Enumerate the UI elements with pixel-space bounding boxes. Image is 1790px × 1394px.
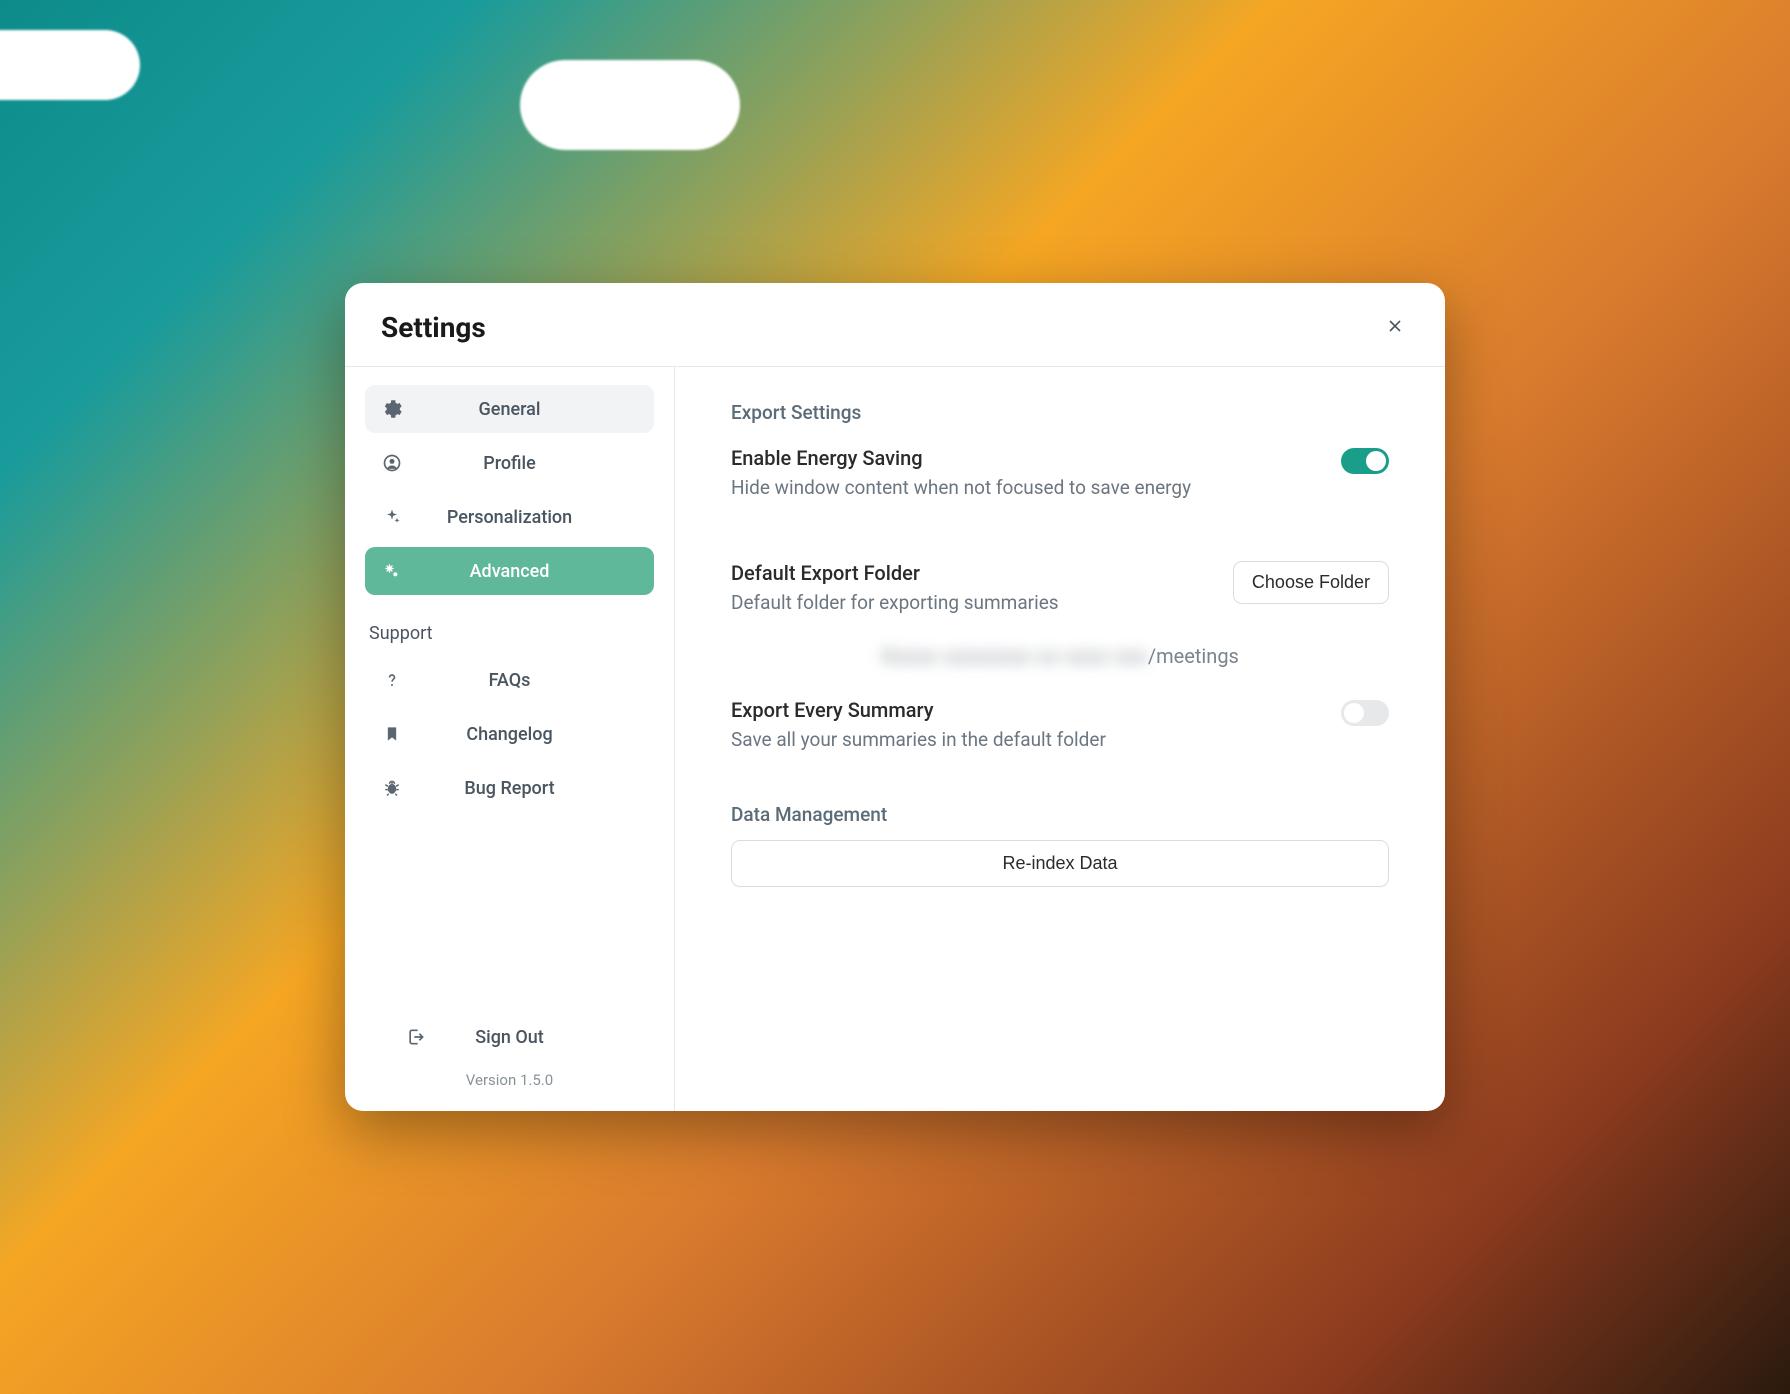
sidebar-item-advanced[interactable]: Advanced xyxy=(365,547,654,595)
sign-out-button[interactable]: Sign Out xyxy=(365,1013,654,1061)
sidebar-item-label: FAQs xyxy=(365,670,654,691)
modal-header: Settings xyxy=(345,283,1445,367)
sidebar-item-label: Bug Report xyxy=(365,778,654,799)
path-visible-suffix: /meetings xyxy=(1148,644,1239,668)
setting-energy-saving: Enable Energy Saving Hide window content… xyxy=(731,446,1389,499)
content-pane: Export Settings Enable Energy Saving Hid… xyxy=(675,367,1445,1111)
setting-export-every: Export Every Summary Save all your summa… xyxy=(731,698,1389,751)
sidebar-item-profile[interactable]: Profile xyxy=(365,439,654,487)
sidebar-section-support: Support xyxy=(365,623,654,644)
modal-title: Settings xyxy=(381,311,486,344)
energy-saving-toggle[interactable] xyxy=(1341,448,1389,474)
sidebar-item-label: Advanced xyxy=(365,561,654,582)
setting-desc: Hide window content when not focused to … xyxy=(731,476,1317,499)
close-icon xyxy=(1385,316,1405,339)
section-title-export: Export Settings xyxy=(731,401,1389,424)
setting-export-folder: Default Export Folder Default folder for… xyxy=(731,561,1389,614)
sidebar-item-faqs[interactable]: FAQs xyxy=(365,656,654,704)
sidebar-item-changelog[interactable]: Changelog xyxy=(365,710,654,758)
sidebar-item-bugreport[interactable]: Bug Report xyxy=(365,764,654,812)
setting-desc: Save all your summaries in the default f… xyxy=(731,728,1317,751)
export-folder-path: Xxxxx xxxxxxxx xx xxxx xxx/meetings xyxy=(731,644,1389,668)
sidebar-item-label: Changelog xyxy=(365,724,654,745)
reindex-data-button[interactable]: Re-index Data xyxy=(731,840,1389,887)
sidebar-item-label: General xyxy=(365,399,654,420)
sidebar: General Profile Personalization xyxy=(345,367,675,1111)
close-button[interactable] xyxy=(1381,314,1409,342)
sidebar-item-label: Profile xyxy=(365,453,654,474)
sidebar-item-general[interactable]: General xyxy=(365,385,654,433)
path-obscured: Xxxxx xxxxxxxx xx xxxx xxx xyxy=(881,644,1148,668)
version-label: Version 1.5.0 xyxy=(365,1071,654,1093)
setting-title: Default Export Folder xyxy=(731,561,1209,585)
setting-title: Export Every Summary xyxy=(731,698,1317,722)
setting-desc: Default folder for exporting summaries xyxy=(731,591,1209,614)
export-every-toggle[interactable] xyxy=(1341,700,1389,726)
sidebar-item-personalization[interactable]: Personalization xyxy=(365,493,654,541)
sidebar-item-label: Personalization xyxy=(365,507,654,528)
setting-title: Enable Energy Saving xyxy=(731,446,1317,470)
settings-modal: Settings General Profile xyxy=(345,283,1445,1111)
section-title-data-mgmt: Data Management xyxy=(731,803,1389,826)
choose-folder-button[interactable]: Choose Folder xyxy=(1233,561,1389,604)
sign-out-label: Sign Out xyxy=(365,1027,654,1048)
